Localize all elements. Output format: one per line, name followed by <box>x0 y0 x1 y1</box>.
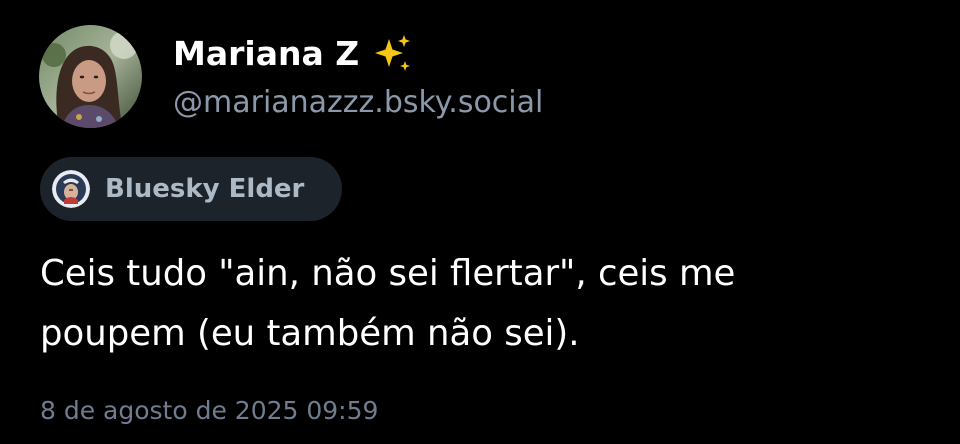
badge-label: Bluesky Elder <box>105 174 305 204</box>
post-timestamp[interactable]: 8 de agosto de 2025 09:59 <box>40 393 378 429</box>
author-handle[interactable]: @marianazzz.bsky.social <box>173 82 543 124</box>
post-text: Ceis tudo "ain, não sei flertar", ceis m… <box>40 244 920 364</box>
bluesky-elder-badge[interactable]: Bluesky Elder <box>40 157 342 221</box>
author-avatar[interactable] <box>39 25 142 128</box>
post-text-line-2: poupem (eu também não sei). <box>40 313 580 354</box>
bluesky-elder-badge-icon <box>52 170 90 208</box>
display-name[interactable]: Mariana Z <box>173 32 359 76</box>
sparkles-icon <box>371 33 413 75</box>
post-card: Mariana Z @marianazzz.bsky.social Bluesk… <box>0 0 960 444</box>
post-text-line-1: Ceis tudo "ain, não sei flertar", ceis m… <box>40 253 736 294</box>
display-name-row: Mariana Z <box>173 32 413 76</box>
profile-photo-avatar <box>39 25 142 128</box>
